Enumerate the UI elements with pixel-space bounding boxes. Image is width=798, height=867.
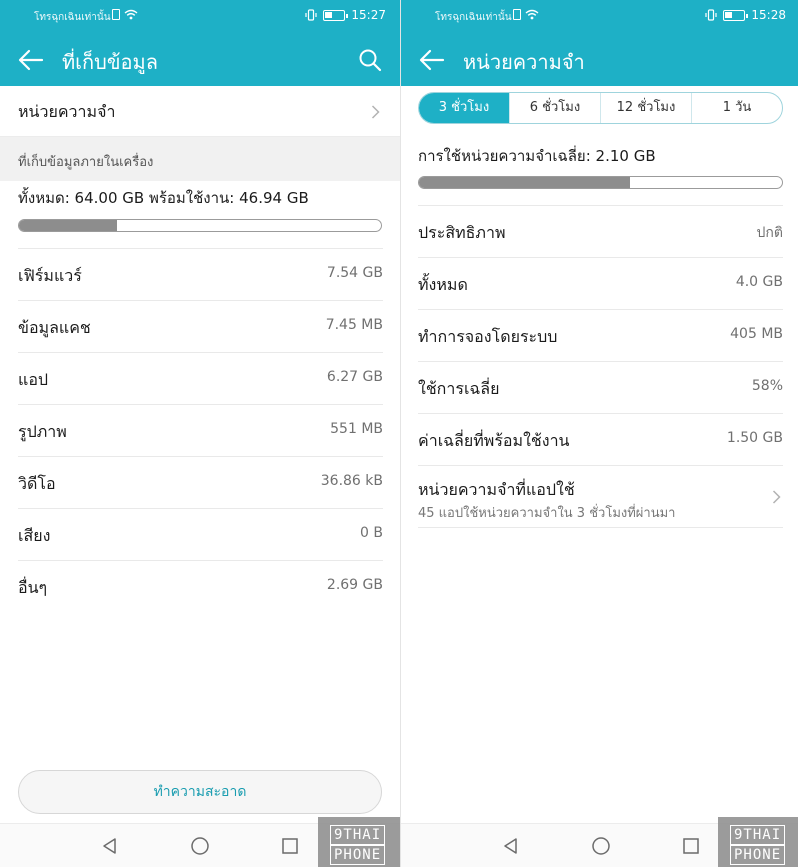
watermark-line2: PHONE: [730, 845, 786, 865]
nav-recents-icon[interactable]: [280, 836, 300, 856]
stat-name: ประสิทธิภาพ: [418, 223, 506, 242]
memory-stat-row: ทั้งหมด 4.0 GB: [418, 257, 783, 309]
app-bar: ที่เก็บข้อมูล: [0, 34, 400, 86]
vibrate-icon: [705, 9, 718, 21]
chevron-right-icon: [772, 490, 781, 504]
watermark-logo: 9THAI PHONE: [718, 817, 798, 867]
stat-name: ทำการจองโดยระบบ: [418, 327, 558, 346]
storage-total-text: ทั้งหมด: 64.00 GB พร้อมใช้งาน: 46.94 GB: [18, 189, 309, 207]
stat-value: 4.0 GB: [735, 274, 783, 290]
stat-value: 405 MB: [730, 326, 783, 342]
memory-usage-fill: [419, 177, 630, 188]
memory-stat-row: ทำการจองโดยระบบ 405 MB: [418, 309, 783, 361]
tab-time-range[interactable]: 1 วัน: [691, 93, 782, 123]
battery-icon: [323, 9, 349, 21]
storage-category-row[interactable]: รูปภาพ 551 MB: [18, 404, 383, 456]
nav-home-icon[interactable]: [190, 836, 210, 856]
stat-value: 58%: [751, 378, 783, 394]
wifi-icon: [124, 9, 138, 20]
category-size: 0 B: [360, 525, 383, 541]
watermark-line1: 9THAI: [730, 825, 786, 845]
stat-value: 1.50 GB: [726, 430, 783, 446]
back-arrow-icon[interactable]: [419, 48, 445, 72]
clock: 15:27: [351, 8, 386, 22]
sim-icon: [513, 9, 521, 20]
stat-name: ใช้การเฉลี่ย: [418, 379, 500, 398]
apps-memory-label: หน่วยความจำที่แอปใช้: [418, 480, 575, 499]
page-title: หน่วยความจำ: [463, 50, 585, 74]
storage-usage-bar: [18, 219, 382, 232]
storage-usage-fill: [19, 220, 117, 231]
storage-category-list: เฟิร์มแวร์ 7.54 GB ข้อมูลแคช 7.45 MB แอป 6.27…: [18, 248, 383, 612]
carrier-text: โทรฉุกเฉินเท่านั้น: [34, 12, 111, 23]
memory-usage-bar: [418, 176, 783, 189]
page-title: ที่เก็บข้อมูล: [62, 50, 158, 74]
memory-screen: โทรฉุกเฉินเท่านั้น 15:28 หน่วยความจำ 3 ช…: [400, 0, 798, 867]
category-name: รูปภาพ: [18, 422, 67, 441]
category-size: 36.86 kB: [320, 473, 383, 489]
memory-stat-row: ประสิทธิภาพ ปกติ: [418, 205, 783, 257]
storage-category-row[interactable]: เสียง 0 B: [18, 508, 383, 560]
watermark-line2: PHONE: [330, 845, 386, 865]
category-name: เสียง: [18, 526, 51, 545]
status-bar: โทรฉุกเฉินเท่านั้น 15:27: [0, 0, 400, 34]
category-name: เฟิร์มแวร์: [18, 266, 82, 285]
internal-storage-header: ที่เก็บข้อมูลภายในเครื่อง: [0, 137, 400, 181]
apps-memory-subtitle: 45 แอปใช้หน่วยความจำใน 3 ชั่วโมงที่ผ่านม…: [418, 506, 676, 521]
storage-category-row[interactable]: แอป 6.27 GB: [18, 352, 383, 404]
tab-time-range[interactable]: 3 ชั่วโมง: [419, 93, 509, 123]
nav-back-icon[interactable]: [100, 836, 120, 856]
stat-name: ทั้งหมด: [418, 275, 468, 294]
app-bar: หน่วยความจำ: [401, 34, 798, 86]
nav-home-icon[interactable]: [591, 836, 611, 856]
watermark-line1: 9THAI: [330, 825, 386, 845]
watermark-logo: 9THAI PHONE: [318, 817, 400, 867]
memory-stat-row: ค่าเฉลี่ยที่พร้อมใช้งาน 1.50 GB: [418, 413, 783, 465]
storage-category-row[interactable]: เฟิร์มแวร์ 7.54 GB: [18, 248, 383, 300]
wifi-icon: [525, 9, 539, 20]
category-name: อื่นๆ: [18, 578, 48, 597]
category-size: 6.27 GB: [326, 369, 383, 385]
storage-category-row[interactable]: อื่นๆ 2.69 GB: [18, 560, 383, 612]
clean-button[interactable]: ทำความสะอาด: [18, 770, 382, 814]
back-arrow-icon[interactable]: [18, 48, 44, 72]
carrier-text: โทรฉุกเฉินเท่านั้น: [435, 12, 512, 23]
memory-stat-row: ใช้การเฉลี่ย 58%: [418, 361, 783, 413]
memory-stats-list: ประสิทธิภาพ ปกติทั้งหมด 4.0 GB ทำการจองโดยร…: [418, 205, 783, 528]
memory-average-text: การใช้หน่วยความจำเฉลี่ย: 2.10 GB: [418, 147, 656, 165]
clock: 15:28: [751, 8, 786, 22]
nav-recents-icon[interactable]: [681, 836, 701, 856]
chevron-right-icon: [371, 105, 380, 119]
vibrate-icon: [305, 9, 318, 21]
nav-back-icon[interactable]: [501, 836, 521, 856]
category-size: 7.45 MB: [325, 317, 383, 333]
category-name: วิดีโอ: [18, 474, 56, 493]
apps-memory-row[interactable]: หน่วยความจำที่แอปใช้ 45 แอปใช้หน่วยความจำ…: [418, 465, 783, 528]
category-size: 2.69 GB: [326, 577, 383, 593]
tab-time-range[interactable]: 6 ชั่วโมง: [509, 93, 600, 123]
storage-category-row[interactable]: วิดีโอ 36.86 kB: [18, 456, 383, 508]
section-title: ที่เก็บข้อมูลภายในเครื่อง: [18, 155, 154, 170]
search-icon[interactable]: [358, 48, 382, 72]
memory-row-label: หน่วยความจำ: [18, 102, 116, 121]
category-size: 551 MB: [330, 421, 383, 437]
category-name: แอป: [18, 370, 49, 389]
sim-icon: [112, 9, 120, 20]
tab-time-range[interactable]: 12 ชั่วโมง: [600, 93, 691, 123]
category-name: ข้อมูลแคช: [18, 318, 91, 337]
status-bar: โทรฉุกเฉินเท่านั้น 15:28: [401, 0, 798, 34]
memory-nav-row[interactable]: หน่วยความจำ: [0, 86, 400, 137]
stat-name: ค่าเฉลี่ยที่พร้อมใช้งาน: [418, 431, 570, 450]
time-range-tabs: 3 ชั่วโมง 6 ชั่วโมง 12 ชั่วโมง 1 วัน: [418, 92, 783, 124]
storage-screen: โทรฉุกเฉินเท่านั้น 15:27 ที่เก็บข้อมูล ห…: [0, 0, 400, 867]
battery-icon: [723, 9, 749, 21]
stat-value: ปกติ: [756, 225, 783, 241]
category-size: 7.54 GB: [326, 265, 383, 281]
storage-category-row[interactable]: ข้อมูลแคช 7.45 MB: [18, 300, 383, 352]
